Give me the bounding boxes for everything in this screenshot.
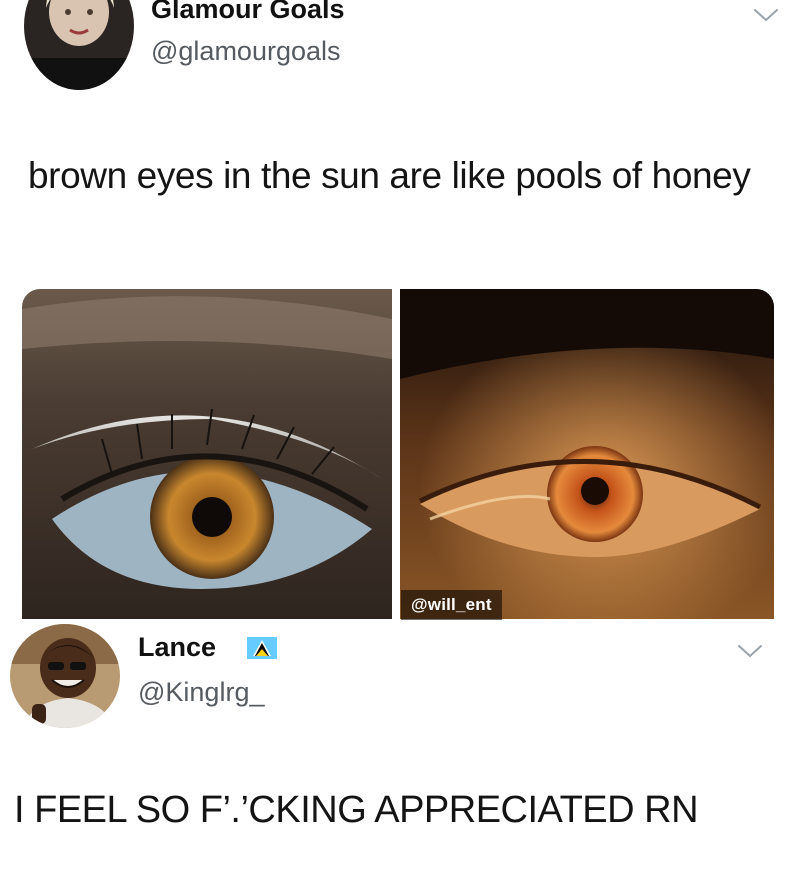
tweet1-handle[interactable]: @glamourgoals xyxy=(151,36,341,67)
eye-closeup-photo[interactable] xyxy=(22,289,392,619)
tweet2-text: I FEEL SO F’.’CKING APPRECIATED RN xyxy=(14,789,699,831)
eye-closeup-image xyxy=(22,289,392,619)
chevron-down-icon[interactable] xyxy=(736,642,764,660)
watermark-label: @will_ent xyxy=(401,590,502,620)
lance-avatar[interactable] xyxy=(10,624,120,728)
eye-sunlit-image xyxy=(400,289,774,619)
eye-sunlit-photo[interactable] xyxy=(400,289,774,619)
glamourgoals-avatar[interactable] xyxy=(24,0,134,90)
profile-photo-icon xyxy=(10,624,120,728)
profile-photo-icon xyxy=(24,0,134,90)
saint-lucia-flag-icon xyxy=(247,637,277,659)
tweet2-display-name[interactable]: Lance xyxy=(138,632,216,663)
tweet2-handle[interactable]: @Kinglrg_ xyxy=(138,677,264,708)
tweet1-display-name[interactable]: Glamour Goals xyxy=(151,0,345,25)
chevron-down-icon[interactable] xyxy=(752,6,780,24)
tweet1-text: brown eyes in the sun are like pools of … xyxy=(28,155,751,196)
